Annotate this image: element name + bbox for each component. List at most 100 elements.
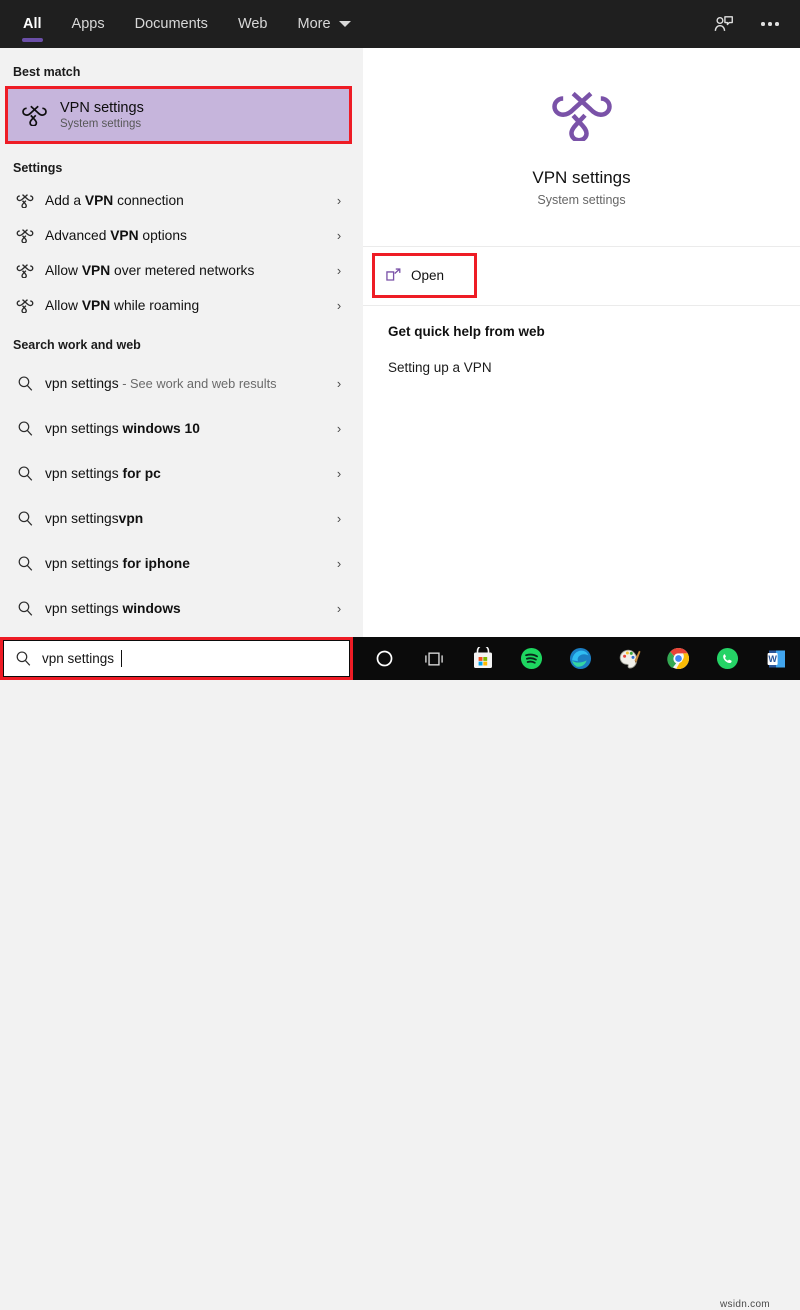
vpn-knot-icon [5,193,45,208]
preview-actions: Open [363,247,800,306]
text-cursor [121,650,123,667]
settings-item-allow-vpn-metered[interactable]: Allow VPN over metered networks › [5,253,352,288]
search-icon [5,465,45,482]
tab-apps[interactable]: Apps [57,0,120,48]
search-input[interactable]: vpn settings [4,641,349,676]
preview-pane: VPN settings System settings Open Get qu… [363,48,800,637]
open-button[interactable]: Open [375,256,474,295]
whatsapp-icon [716,647,739,670]
web-suggestion-label: vpn settings windows [45,601,181,616]
web-suggestion-windows-10[interactable]: vpn settings windows 10 › [5,411,352,446]
taskbar-item-cortana[interactable] [360,637,409,680]
chevron-down-icon [338,21,351,27]
task-view-icon [424,651,443,666]
web-suggestion-vpn[interactable]: vpn settingsvpn › [5,501,352,536]
open-button-label: Open [411,268,445,283]
tab-web-label: Web [237,16,268,32]
vpn-knot-icon [5,228,45,243]
watermark: wsidn.com [720,1299,770,1310]
paint-icon [619,649,640,668]
header-actions [704,0,790,48]
taskbar-item-microsoft-edge[interactable] [556,637,605,680]
chevron-right-icon[interactable]: › [326,376,352,391]
web-suggestion-windows[interactable]: vpn settings windows › [5,591,352,626]
search-icon [4,650,42,667]
search-icon [5,600,45,617]
settings-item-label: Allow VPN while roaming [45,298,200,313]
web-search-heading: Search work and web [13,338,141,352]
taskbar-item-whatsapp[interactable] [703,637,752,680]
taskbar-item-spotify[interactable] [507,637,556,680]
preview-header: VPN settings System settings [363,48,800,247]
tab-all[interactable]: All [8,0,57,48]
web-suggestion-label: vpn settings for iphone [45,556,190,571]
settings-item-allow-vpn-roaming[interactable]: Allow VPN while roaming › [5,288,352,323]
settings-item-label: Add a VPN connection [45,193,184,208]
chevron-right-icon[interactable]: › [326,228,352,243]
search-icon [5,555,45,572]
microsoft-word-icon: W [767,650,785,667]
taskbar: vpn settings W wsidn.com [0,637,800,1310]
chevron-right-icon[interactable]: › [326,511,352,526]
tab-apps-label: Apps [71,16,105,32]
web-suggestion-for-pc[interactable]: vpn settings for pc › [5,456,352,491]
settings-item-label: Allow VPN over metered networks [45,263,255,278]
web-suggestion-for-iphone[interactable]: vpn settings for iphone › [5,546,352,581]
tab-more[interactable]: More [283,0,366,48]
web-suggestion-see-results[interactable]: vpn settings - See work and web results … [5,366,352,401]
tab-documents-label: Documents [134,16,208,32]
cortana-icon [376,650,393,667]
preview-subtitle: System settings [537,192,626,207]
feedback-button[interactable] [704,4,744,44]
web-suggestion-label: vpn settingsvpn [45,511,144,526]
best-match-heading: Best match [13,65,81,79]
best-match-title: VPN settings [60,99,144,116]
taskbar-item-microsoft-store[interactable] [458,637,507,680]
search-header: All Apps Documents Web More [0,0,800,48]
quick-help-title: Get quick help from web [388,324,545,339]
tab-more-label: More [297,16,331,32]
web-suggestion-label: vpn settings - See work and web results [45,376,277,391]
search-filter-tabs: All Apps Documents Web More [8,0,366,48]
best-match-row[interactable]: VPN settings System settings [8,89,349,141]
chevron-right-icon[interactable]: › [326,263,352,278]
chevron-right-icon[interactable]: › [326,601,352,616]
quick-help-link[interactable]: Setting up a VPN [388,360,768,375]
best-match-text: VPN settings System settings [60,99,144,132]
windows-search-screen: All Apps Documents Web More Best match V… [0,0,800,1310]
web-suggestion-label: vpn settings windows 10 [45,421,200,436]
best-match-subtitle: System settings [60,117,142,130]
ellipsis-icon [761,22,779,26]
spotify-icon [520,647,543,670]
more-options-button[interactable] [750,4,790,44]
quick-help-section: Get quick help from web Setting up a VPN [388,324,768,375]
external-link-icon [375,268,411,283]
microsoft-edge-icon [569,647,592,670]
chevron-right-icon[interactable]: › [326,193,352,208]
vpn-knot-icon [5,263,45,278]
chevron-right-icon[interactable]: › [326,298,352,313]
search-input-value: vpn settings [42,651,115,666]
taskbar-item-google-chrome[interactable] [654,637,703,680]
chevron-right-icon[interactable]: › [326,466,352,481]
taskbar-item-word[interactable]: W [752,637,800,680]
taskbar-item-paint[interactable] [605,637,654,680]
tab-documents[interactable]: Documents [120,0,223,48]
settings-item-label: Advanced VPN options [45,228,187,243]
best-match-annotation: VPN settings System settings [5,86,352,144]
taskbar-icons: W [360,637,800,680]
settings-item-add-vpn-connection[interactable]: Add a VPN connection › [5,183,352,218]
tab-all-label: All [23,16,42,32]
taskbar-item-task-view[interactable] [409,637,458,680]
web-suggestion-label: vpn settings for pc [45,466,161,481]
settings-item-advanced-vpn-options[interactable]: Advanced VPN options › [5,218,352,253]
vpn-knot-icon [550,88,614,146]
settings-heading: Settings [13,161,63,175]
tab-web[interactable]: Web [223,0,283,48]
open-button-annotation: Open [372,253,477,298]
chevron-right-icon[interactable]: › [326,421,352,436]
chevron-right-icon[interactable]: › [326,556,352,571]
search-box-annotation: vpn settings [0,637,353,680]
person-feedback-icon [714,16,733,31]
search-icon [5,510,45,527]
